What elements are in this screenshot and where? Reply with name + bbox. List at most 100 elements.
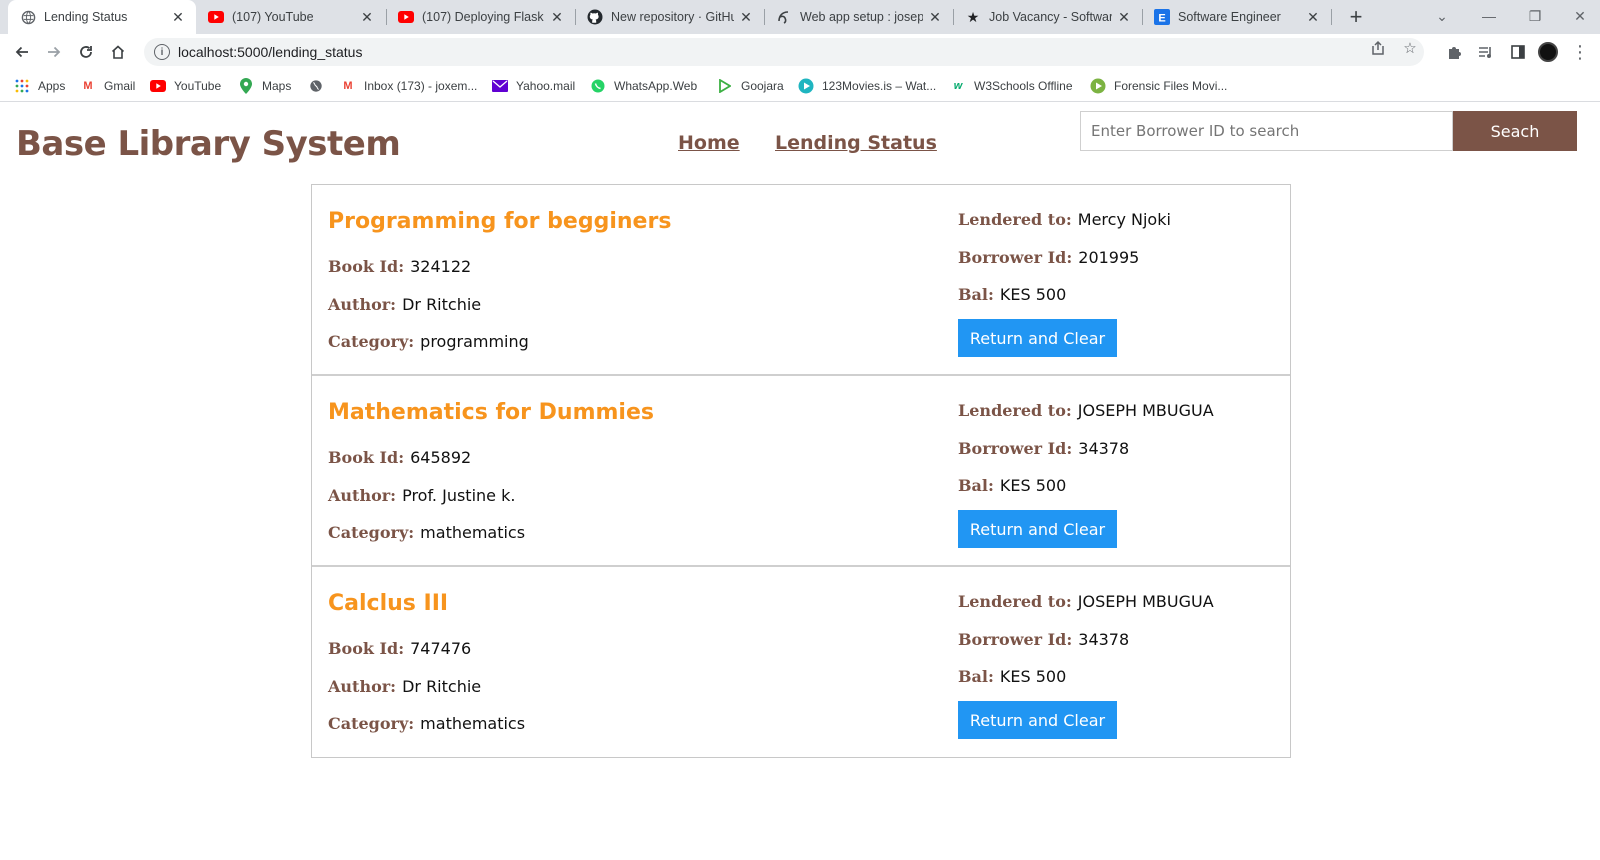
gmail-icon: M — [343, 80, 353, 92]
side-panel-icon[interactable] — [1504, 38, 1532, 66]
tab-label: Job Vacancy - Software — [989, 10, 1112, 24]
address-bar[interactable]: i localhost:5000/lending_status — [144, 38, 1424, 66]
close-icon[interactable]: ✕ — [359, 9, 375, 25]
close-icon[interactable]: ✕ — [549, 9, 565, 25]
tab-youtube[interactable]: (107) YouTube ✕ — [196, 0, 385, 34]
bookmark-123movies[interactable]: 123Movies.is – Wat... — [798, 76, 936, 96]
close-window-icon[interactable]: ✕ — [1566, 4, 1594, 28]
tab-deploying-flask[interactable]: (107) Deploying Flask A ✕ — [386, 0, 575, 34]
bookmark-gmail[interactable]: M Gmail — [80, 76, 135, 96]
bookmark-whatsapp[interactable]: WhatsApp.Web — [590, 76, 697, 96]
bookmark-label: WhatsApp.Web — [614, 79, 698, 93]
bookmark-w3schools[interactable]: w W3Schools Offline — [950, 76, 1073, 96]
return-and-clear-button[interactable]: Return and Clear — [958, 701, 1117, 739]
tab-label: Lending Status — [44, 10, 128, 24]
tab-separator — [1331, 9, 1332, 25]
balance-label: Bal: — [958, 667, 994, 686]
share-icon[interactable] — [1370, 40, 1386, 56]
play-circle-icon — [798, 78, 814, 94]
back-arrow-icon[interactable] — [8, 38, 36, 66]
tab-search-chevron-icon[interactable]: ⌄ — [1428, 4, 1456, 28]
restore-icon[interactable]: ❐ — [1521, 4, 1549, 28]
category-value: programming — [420, 332, 529, 351]
bookmark-forensic-files[interactable]: Forensic Files Movi... — [1090, 76, 1227, 96]
bookmark-apps[interactable]: Apps — [14, 76, 65, 96]
balance-value: KES 500 — [999, 476, 1067, 495]
bookmark-inbox[interactable]: M Inbox (173) - joxem... — [340, 76, 477, 96]
bookmark-star-icon[interactable]: ☆ — [1402, 40, 1418, 57]
category-row: Category: mathematics — [328, 523, 525, 542]
bookmark-label: Gmail — [104, 79, 136, 93]
bookmark-maps[interactable]: Maps — [238, 76, 291, 96]
youtube-icon — [398, 9, 414, 25]
reload-icon[interactable] — [72, 38, 100, 66]
lendered-to-row: Lendered to: JOSEPH MBUGUA — [958, 401, 1214, 420]
tab-label: (107) YouTube — [232, 10, 314, 24]
bookmark-label: Maps — [262, 79, 292, 93]
book-title: Calclus III — [328, 591, 449, 616]
play-circle-icon — [1090, 78, 1106, 94]
close-icon[interactable]: ✕ — [1116, 9, 1132, 25]
tab-new-repository[interactable]: New repository · GitHub ✕ — [575, 0, 764, 34]
profile-avatar[interactable] — [1538, 42, 1558, 62]
bookmark-yahoo-mail[interactable]: Yahoo.mail — [492, 76, 575, 96]
balance-row: Bal: KES 500 — [958, 285, 1066, 304]
category-value: mathematics — [420, 523, 526, 542]
category-row: Category: mathematics — [328, 714, 525, 733]
gmail-icon: M — [83, 80, 93, 92]
book-id-row: Book Id: 747476 — [328, 639, 471, 658]
bookmark-label: Inbox (173) - joxem... — [364, 79, 478, 93]
e-icon: E — [1154, 9, 1170, 25]
extensions-puzzle-icon[interactable] — [1440, 38, 1468, 66]
apps-grid-icon — [14, 78, 30, 94]
tab-web-app-setup[interactable]: Web app setup : joseph ✕ — [764, 0, 953, 34]
bookmark-label: Apps — [38, 79, 66, 93]
star-person-icon: ★ — [966, 8, 980, 25]
search-button[interactable]: Seach — [1453, 111, 1577, 151]
home-icon[interactable] — [104, 38, 132, 66]
author-value: Dr Ritchie — [402, 677, 482, 696]
balance-value: KES 500 — [999, 285, 1067, 304]
borrower-id-label: Borrower Id: — [958, 630, 1073, 649]
author-label: Author: — [328, 486, 397, 505]
tab-job-vacancy[interactable]: ★ Job Vacancy - Software ✕ — [953, 0, 1142, 34]
balance-label: Bal: — [958, 476, 994, 495]
close-icon[interactable]: ✕ — [1305, 9, 1321, 25]
close-icon[interactable]: ✕ — [738, 9, 754, 25]
nav-link-lending-status[interactable]: Lending Status — [775, 132, 937, 154]
menu-kebab-icon[interactable]: ⋮ — [1566, 38, 1594, 66]
balance-value: KES 500 — [999, 667, 1067, 686]
new-tab-plus-icon[interactable]: + — [1344, 4, 1368, 29]
book-title: Mathematics for Dummies — [328, 400, 654, 425]
nav-link-home[interactable]: Home — [678, 132, 740, 154]
bookmark-goojara[interactable]: Goojara — [717, 76, 784, 96]
minimize-icon[interactable]: — — [1475, 4, 1503, 28]
borrower-id-label: Borrower Id: — [958, 248, 1073, 267]
reading-list-icon[interactable] — [1472, 38, 1500, 66]
tab-label: Software Engineer — [1178, 10, 1281, 24]
return-and-clear-button[interactable]: Return and Clear — [958, 319, 1117, 357]
book-title: Programming for begginers — [328, 209, 672, 234]
tab-lending-status[interactable]: Lending Status ✕ — [8, 0, 196, 34]
site-info-icon[interactable]: i — [154, 44, 170, 60]
borrower-id-search-input[interactable] — [1080, 111, 1453, 151]
globe-icon — [308, 78, 324, 94]
lendered-to-label: Lendered to: — [958, 592, 1072, 611]
forward-arrow-icon[interactable] — [40, 38, 68, 66]
borrower-id-value: 34378 — [1078, 630, 1130, 649]
lending-record: Programming for begginers Book Id: 324122… — [312, 185, 1290, 376]
author-row: Author: Prof. Justine k. — [328, 486, 515, 505]
bookmark-globe[interactable] — [308, 76, 332, 96]
goojara-icon — [717, 78, 733, 94]
close-icon[interactable]: ✕ — [170, 9, 186, 25]
globe-icon — [20, 9, 36, 25]
book-id-label: Book Id: — [328, 639, 405, 658]
return-and-clear-button[interactable]: Return and Clear — [958, 510, 1117, 548]
close-icon[interactable]: ✕ — [927, 9, 943, 25]
book-id-value: 645892 — [410, 448, 472, 467]
lendered-to-row: Lendered to: Mercy Njoki — [958, 210, 1171, 229]
bookmark-youtube[interactable]: YouTube — [150, 76, 221, 96]
maps-pin-icon — [238, 78, 254, 94]
tab-software-engineer[interactable]: E Software Engineer ✕ — [1142, 0, 1331, 34]
lendered-to-value: JOSEPH MBUGUA — [1077, 592, 1214, 611]
